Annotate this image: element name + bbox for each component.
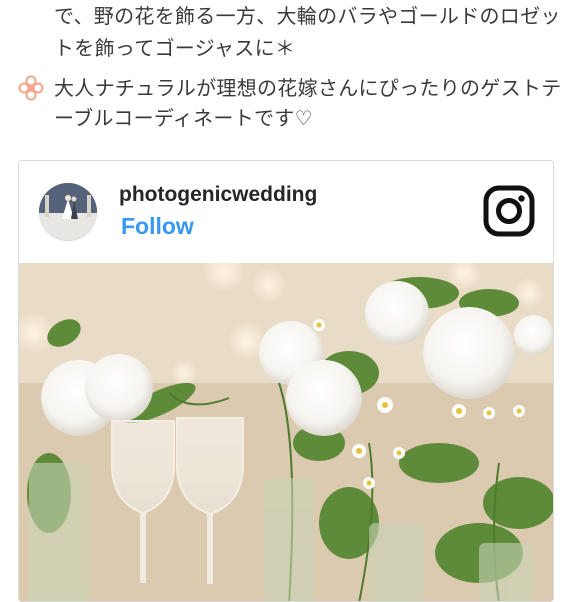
avatar[interactable] xyxy=(39,183,97,241)
bullet-text-line: で、野の花を飾る一方、大輪のバラやゴールドのロゼッ xyxy=(54,4,561,28)
bullet-text-line: 大人ナチュラルが理想の花嫁さんにぴったりのゲストテ xyxy=(54,76,562,100)
post-photo[interactable] xyxy=(19,263,553,601)
bullet-text-line: ーブルコーディネートです♡ xyxy=(54,106,313,130)
instagram-icon[interactable] xyxy=(483,185,535,237)
bullet-text-line: トを飾ってゴージャスに＊ xyxy=(54,36,296,60)
flower-icon xyxy=(18,75,44,101)
follow-button[interactable]: Follow xyxy=(121,213,194,240)
instagram-embed: photogenicwedding Follow xyxy=(18,160,554,602)
embed-header: photogenicwedding Follow xyxy=(19,161,553,263)
table-flowers-photo xyxy=(19,263,553,601)
username[interactable]: photogenicwedding xyxy=(119,183,317,207)
